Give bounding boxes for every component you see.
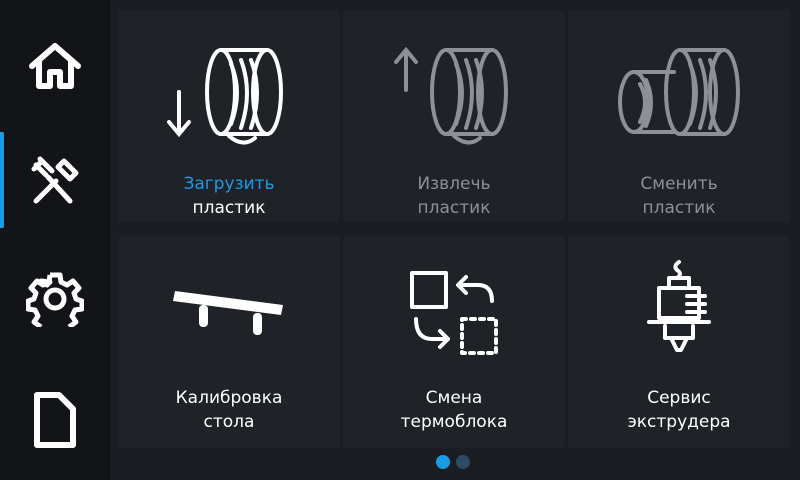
extruder-service-line1: Сервис	[647, 388, 711, 408]
bed-calibration-line2: стола	[203, 412, 255, 432]
hotend-swap-line2: термоблока	[400, 412, 508, 432]
hotend-swap-line1: Смена	[425, 388, 483, 408]
load-filament-tile[interactable]: Загрузить пластик	[118, 10, 340, 222]
extruder-service-tile[interactable]: Сервис экструдера	[568, 236, 790, 448]
tools-icon	[31, 156, 79, 204]
unload-filament-line2: пластик	[417, 198, 491, 218]
change-filament-line1: Сменить	[640, 174, 718, 194]
load-filament-line2: пластик	[192, 198, 266, 218]
unload-filament-icon	[343, 40, 565, 150]
unload-filament-line1: Извлечь	[417, 174, 491, 194]
bed-calibration-label: Калибровка стола	[118, 386, 340, 434]
bed-calibration-icon	[118, 256, 340, 366]
sidebar-item-settings[interactable]	[0, 240, 110, 356]
hotend-swap-icon	[343, 258, 565, 368]
load-filament-label: Загрузить пластик	[118, 172, 340, 220]
sidebar	[0, 0, 110, 480]
hotend-swap-tile[interactable]: Смена термоблока	[343, 236, 565, 448]
load-filament-icon	[118, 40, 340, 150]
bed-calibration-line1: Калибровка	[175, 388, 283, 408]
bed-calibration-tile[interactable]: Калибровка стола	[118, 236, 340, 448]
hotend-swap-label: Смена термоблока	[343, 386, 565, 434]
gear-icon	[26, 272, 84, 327]
change-filament-icon	[568, 40, 790, 150]
unload-filament-tile[interactable]: Извлечь пластик	[343, 10, 565, 222]
unload-filament-label: Извлечь пластик	[343, 172, 565, 220]
change-filament-tile[interactable]: Сменить пластик	[568, 10, 790, 222]
extruder-service-icon	[568, 256, 790, 366]
sidebar-item-home[interactable]	[0, 8, 110, 124]
page-dot-2[interactable]	[456, 455, 470, 469]
load-filament-line1: Загрузить	[183, 174, 275, 194]
home-icon	[29, 43, 81, 89]
change-filament-label: Сменить пластик	[568, 172, 790, 220]
file-icon	[34, 392, 76, 448]
change-filament-line2: пластик	[642, 198, 716, 218]
extruder-service-label: Сервис экструдера	[568, 386, 790, 434]
sidebar-item-files[interactable]	[0, 362, 110, 478]
sidebar-item-tools[interactable]	[0, 122, 110, 238]
page-indicator	[436, 455, 470, 469]
page-dot-1-active[interactable]	[436, 455, 450, 469]
extruder-service-line2: экструдера	[627, 412, 731, 432]
